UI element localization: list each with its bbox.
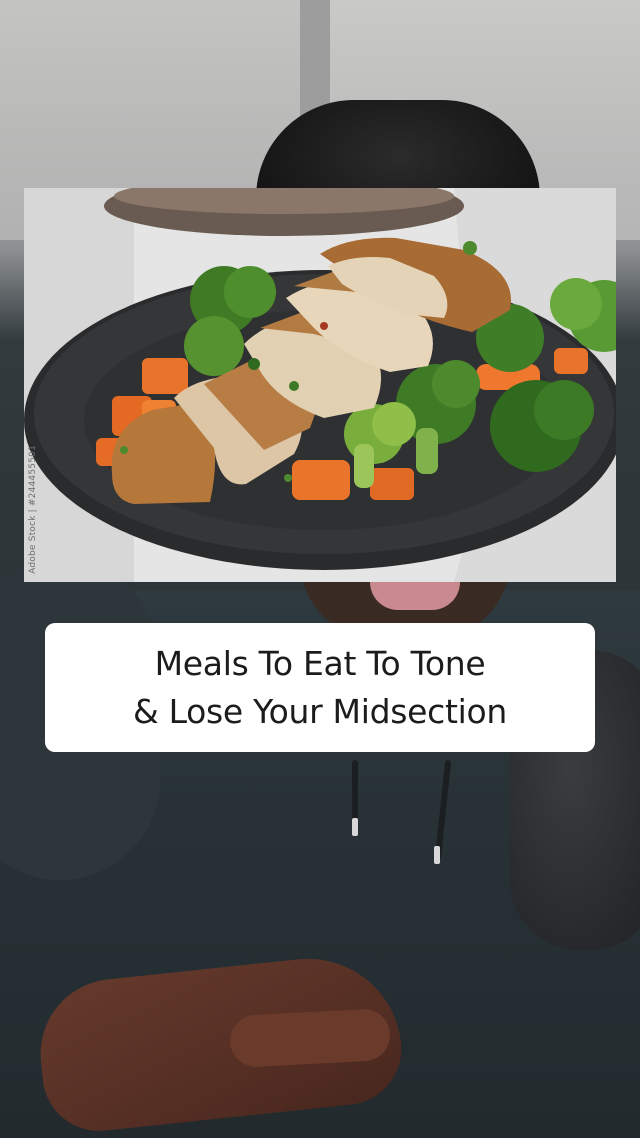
caption-line-2: & Lose Your Midsection <box>133 691 507 731</box>
video-frame[interactable]: Adobe Stock | #244455501 Meals To Eat To… <box>0 0 640 1138</box>
food-illustration <box>24 188 616 582</box>
person-mouth <box>370 582 460 610</box>
drawstring-tip <box>352 818 358 836</box>
caption-line-1: Meals To Eat To Tone <box>154 643 486 683</box>
stock-watermark: Adobe Stock | #244455501 <box>28 445 38 574</box>
caption-card: Meals To Eat To Tone & Lose Your Midsect… <box>45 623 595 752</box>
person-finger <box>228 1007 392 1069</box>
food-photo: Adobe Stock | #244455501 <box>24 188 616 582</box>
drawstring-tip <box>434 846 440 864</box>
